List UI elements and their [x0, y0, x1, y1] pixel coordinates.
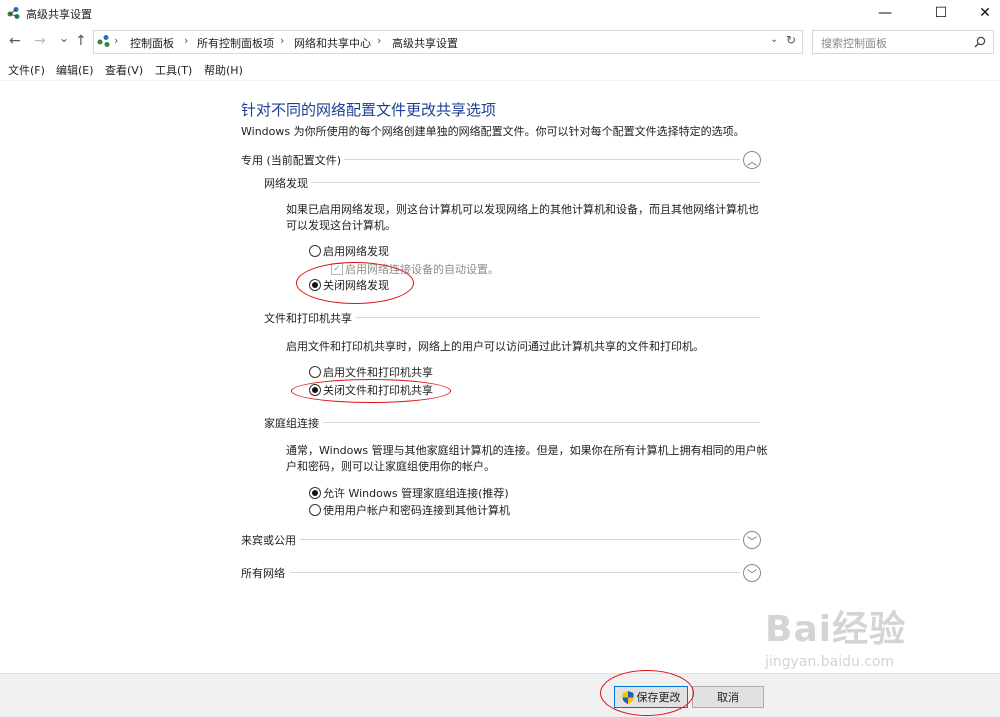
title-bar: 高级共享设置 — ☐ ✕	[0, 0, 1000, 26]
divider	[300, 539, 740, 540]
enable-discovery-label[interactable]: 启用网络发现	[323, 243, 389, 259]
disable-file-sharing-radio[interactable]	[309, 384, 321, 396]
menu-help[interactable]: 帮助(H)	[204, 62, 243, 78]
network-discovery-desc-line2: 可以发现这台计算机。	[286, 219, 396, 232]
menu-edit[interactable]: 编辑(E)	[56, 62, 94, 78]
chevron-right-icon: ›	[184, 34, 189, 47]
breadcrumb-control-panel[interactable]: 控制面板	[130, 35, 174, 51]
refresh-icon[interactable]: ↻	[786, 33, 796, 47]
menu-bar: 文件(F) 编辑(E) 查看(V) 工具(T) 帮助(H)	[0, 58, 1000, 81]
cancel-button[interactable]: 取消	[692, 686, 764, 708]
disable-discovery-label[interactable]: 关闭网络发现	[323, 277, 389, 293]
enable-discovery-radio[interactable]	[309, 245, 321, 257]
breadcrumb-all-items[interactable]: 所有控制面板项	[197, 35, 274, 51]
divider	[290, 572, 740, 573]
divider	[311, 182, 760, 183]
watermark: Bai经验 jingyan.baidu.com	[765, 600, 906, 670]
menu-file[interactable]: 文件(F)	[8, 62, 45, 78]
chevron-down-icon[interactable]: ﹀	[743, 531, 761, 549]
watermark-url: jingyan.baidu.com	[765, 654, 895, 670]
network-discovery-desc-line1: 如果已启用网络发现，则这台计算机可以发现网络上的其他计算机和设备，而且其他网络计…	[286, 203, 759, 216]
shield-icon	[622, 690, 633, 704]
use-account-label[interactable]: 使用用户帐户和密码连接到其他计算机	[323, 502, 510, 518]
guest-public-label[interactable]: 来宾或公用	[241, 532, 296, 548]
chevron-down-icon[interactable]: ﹀	[743, 564, 761, 582]
save-changes-button[interactable]: 保存更改	[614, 686, 688, 708]
enable-file-sharing-radio[interactable]	[309, 366, 321, 378]
chevron-up-icon[interactable]: ︿	[743, 151, 761, 169]
forward-arrow-icon[interactable]: →	[34, 33, 46, 49]
enable-file-sharing-label[interactable]: 启用文件和打印机共享	[323, 364, 433, 380]
recent-locations-icon[interactable]: ⌄	[59, 31, 69, 45]
divider	[356, 317, 760, 318]
all-networks-label[interactable]: 所有网络	[241, 565, 285, 581]
chevron-right-icon: ›	[280, 34, 285, 47]
up-arrow-icon[interactable]: ↑	[75, 33, 87, 49]
homegroup-desc-line1: 通常，Windows 管理与其他家庭组计算机的连接。但是，如果你在所有计算机上拥…	[286, 444, 768, 457]
menu-tools[interactable]: 工具(T)	[155, 62, 192, 78]
allow-windows-homegroup-label[interactable]: 允许 Windows 管理家庭组连接(推荐)	[323, 485, 509, 501]
network-discovery-title: 网络发现	[264, 177, 308, 190]
path-box[interactable]: › 控制面板 › 所有控制面板项 › 网络和共享中心 › 高级共享设置 ⌄ ↻	[93, 30, 803, 54]
homegroup-desc-line2: 户和密码，则可以让家庭组使用你的帐户。	[286, 460, 495, 473]
auto-setup-checkbox: ✓	[331, 263, 343, 275]
search-input[interactable]: 搜索控制面板	[821, 35, 887, 51]
address-bar: ← → ⌄ ↑ › 控制面板 › 所有控制面板项 › 网络和共享中心 › 高级共…	[0, 28, 1000, 56]
chevron-right-icon: ›	[114, 34, 119, 47]
disable-file-sharing-label[interactable]: 关闭文件和打印机共享	[323, 382, 433, 398]
homegroup-title: 家庭组连接	[264, 417, 319, 430]
cancel-label: 取消	[717, 691, 739, 704]
chevron-down-icon[interactable]: ⌄	[770, 34, 778, 45]
close-button[interactable]: ✕	[962, 0, 1000, 26]
network-icon	[97, 35, 110, 47]
watermark-logo: Bai经验	[765, 609, 907, 650]
breadcrumb-advanced-sharing[interactable]: 高级共享设置	[392, 35, 458, 51]
private-profile-label[interactable]: 专用 (当前配置文件)	[241, 152, 341, 168]
back-arrow-icon[interactable]: ←	[9, 33, 21, 49]
search-icon[interactable]	[974, 36, 986, 48]
footer-bar: 保存更改 取消	[0, 670, 1000, 717]
intro-text: Windows 为你所使用的每个网络创建单独的网络配置文件。你可以针对每个配置文…	[241, 125, 745, 138]
window-title: 高级共享设置	[26, 8, 92, 21]
save-changes-label: 保存更改	[636, 691, 681, 704]
divider	[344, 159, 740, 160]
minimize-button[interactable]: —	[862, 0, 908, 26]
breadcrumb-network-center[interactable]: 网络和共享中心	[294, 35, 371, 51]
file-sharing-title: 文件和打印机共享	[264, 312, 352, 325]
divider	[323, 422, 760, 423]
menu-view[interactable]: 查看(V)	[105, 62, 143, 78]
maximize-button[interactable]: ☐	[918, 0, 964, 26]
disable-discovery-radio[interactable]	[309, 279, 321, 291]
settings-panel: 针对不同的网络配置文件更改共享选项 Windows 为你所使用的每个网络创建单独…	[0, 81, 1000, 673]
network-icon	[7, 7, 20, 19]
use-account-radio[interactable]	[309, 504, 321, 516]
page-title: 针对不同的网络配置文件更改共享选项	[241, 101, 497, 119]
chevron-right-icon: ›	[377, 34, 382, 47]
allow-windows-homegroup-radio[interactable]	[309, 487, 321, 499]
auto-setup-label: 启用网络连接设备的自动设置。	[345, 263, 499, 276]
search-box[interactable]: 搜索控制面板	[812, 30, 994, 54]
file-sharing-desc: 启用文件和打印机共享时，网络上的用户可以访问通过此计算机共享的文件和打印机。	[286, 340, 704, 353]
